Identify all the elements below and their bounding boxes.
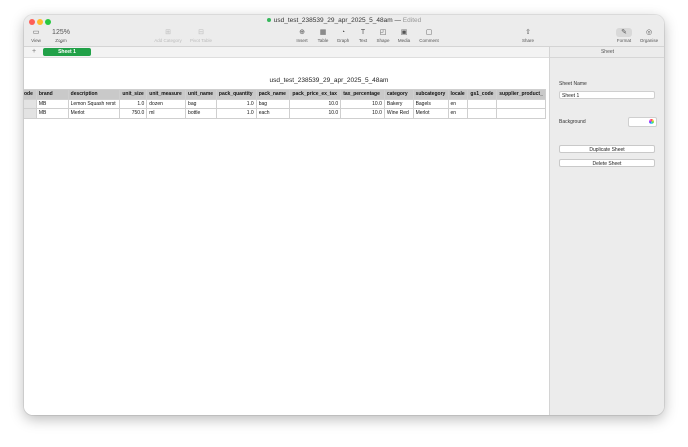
pivot-table-button[interactable]: ⊟ Pivot Table: [188, 28, 214, 43]
text-button[interactable]: T Text: [356, 28, 370, 43]
shape-icon: ◰: [379, 29, 387, 36]
edited-status: Edited: [402, 17, 422, 24]
view-button[interactable]: ▭ View: [29, 28, 43, 43]
insert-button[interactable]: ⊕ Insert: [294, 28, 310, 43]
table-cell[interactable]: en: [447, 108, 469, 119]
zoom-menu[interactable]: 125% ⌄ Zoom: [49, 28, 73, 45]
organise-button[interactable]: ◎ Organise: [638, 28, 660, 43]
add-category-icon: ⊞: [165, 29, 171, 36]
numbers-window: usd_test_238539_29_apr_2025_5_48am — Edi…: [24, 15, 664, 415]
table-cell[interactable]: MB: [35, 98, 69, 109]
sidebar-icon: ▭: [32, 29, 40, 36]
column-header[interactable]: pack_quantity: [215, 89, 257, 100]
media-icon: ▣: [400, 29, 408, 36]
table-row[interactable]: MB Merlot 750.0 ml bottle 1.0 each 10.0 10.0 Wine…: [24, 108, 546, 119]
sheet-canvas: usd_test_238539_29_apr_2025_5_48am ode br…: [24, 58, 549, 415]
column-header[interactable]: tax_percentage: [340, 89, 385, 100]
graph-icon: ◔: [340, 29, 346, 36]
background-label: Background: [559, 119, 586, 125]
table-cell[interactable]: 1.0: [215, 108, 257, 119]
column-header[interactable]: unit_size: [119, 89, 148, 100]
toolbar: usd_test_238539_29_apr_2025_5_48am — Edi…: [24, 15, 664, 47]
column-header[interactable]: pack_price_ex_tax: [289, 89, 342, 100]
table-cell[interactable]: bottle: [185, 108, 217, 119]
table-header-row: ode brand description unit_size unit_measure…: [24, 89, 546, 100]
table-cell[interactable]: bag: [185, 98, 217, 109]
sheet-name-field[interactable]: Sheet 1: [559, 91, 655, 99]
sheet-tab-bar: + Sheet 1: [24, 47, 549, 58]
column-header[interactable]: unit_name: [185, 89, 217, 100]
add-category-button[interactable]: ⊞ Add Category: [152, 28, 184, 43]
column-header[interactable]: ode: [24, 89, 37, 100]
column-header[interactable]: pack_name: [255, 89, 291, 100]
table-title[interactable]: usd_test_238539_29_apr_2025_5_48am: [24, 77, 549, 84]
window-title: usd_test_238539_29_apr_2025_5_48am — Edi…: [24, 17, 664, 24]
text-icon: T: [360, 29, 366, 36]
table-cell[interactable]: 1.0: [215, 98, 257, 109]
add-sheet-button[interactable]: +: [32, 47, 36, 57]
table-cell[interactable]: dozen: [146, 98, 187, 109]
table-cell[interactable]: [496, 108, 546, 119]
column-header[interactable]: locale: [447, 89, 469, 100]
organise-icon: ◎: [645, 29, 653, 36]
table-cell[interactable]: Lemon Squash rerst: [67, 98, 121, 109]
column-header[interactable]: unit_measure: [146, 89, 187, 100]
format-button[interactable]: ✎ Format: [616, 28, 632, 43]
comment-icon: ▢: [425, 29, 433, 36]
table-cell[interactable]: 750.0: [119, 108, 148, 119]
sheet-name-label: Sheet Name: [559, 81, 587, 87]
table-cell[interactable]: [496, 98, 546, 109]
column-header[interactable]: brand: [35, 89, 69, 100]
table-icon: ▦: [319, 29, 327, 36]
shape-button[interactable]: ◰ Shape: [375, 28, 391, 43]
share-button[interactable]: ⇧ Share: [520, 28, 536, 43]
delete-sheet-button[interactable]: Delete Sheet: [559, 159, 655, 167]
table-row[interactable]: MB Lemon Squash rerst 1.0 dozen bag 1.0 bag 10.…: [24, 98, 546, 109]
table-cell[interactable]: MB: [35, 108, 69, 119]
pivot-table-icon: ⊟: [198, 29, 204, 36]
column-header[interactable]: subcategory: [412, 89, 449, 100]
table-cell[interactable]: bag: [255, 98, 291, 109]
table-cell[interactable]: each: [255, 108, 291, 119]
duplicate-sheet-button[interactable]: Duplicate Sheet: [559, 145, 655, 153]
table-cell[interactable]: en: [447, 98, 469, 109]
table-cell[interactable]: Merlot: [67, 108, 121, 119]
table-cell[interactable]: 10.0: [289, 108, 342, 119]
table-button[interactable]: ▦ Table: [315, 28, 331, 43]
table-cell[interactable]: Bagels: [412, 98, 449, 109]
table-cell[interactable]: [24, 108, 37, 119]
column-header[interactable]: description: [67, 89, 121, 100]
paintbrush-icon: ✎: [616, 28, 632, 37]
table-cell[interactable]: ml: [146, 108, 187, 119]
table-cell[interactable]: Bakery: [383, 98, 414, 109]
table-cell[interactable]: [24, 98, 37, 109]
table-cell[interactable]: 10.0: [340, 98, 385, 109]
share-icon: ⇧: [525, 29, 531, 36]
background-color-well[interactable]: [628, 117, 657, 127]
table-cell[interactable]: [467, 98, 498, 109]
table-cell[interactable]: 1.0: [119, 98, 148, 109]
comment-button[interactable]: ▢ Comment: [418, 28, 440, 43]
inspector-heading: Sheet: [550, 47, 664, 58]
format-inspector: Sheet Sheet Name Sheet 1 Background Dupl…: [549, 47, 664, 415]
document-status-icon: [266, 18, 271, 23]
column-header[interactable]: gs1_code: [467, 89, 498, 100]
table-cell[interactable]: 10.0: [289, 98, 342, 109]
graph-button[interactable]: ◔ Graph: [335, 28, 351, 43]
zoom-value: 125%: [52, 29, 70, 36]
data-table[interactable]: ode brand description unit_size unit_measure…: [24, 89, 546, 119]
table-cell[interactable]: Merlot: [412, 108, 449, 119]
sheet-tab-sheet-1[interactable]: Sheet 1: [43, 48, 91, 56]
column-header[interactable]: category: [383, 89, 414, 100]
table-cell[interactable]: [467, 108, 498, 119]
document-name: usd_test_238539_29_apr_2025_5_48am: [273, 17, 393, 24]
column-header[interactable]: supplier_product_: [496, 89, 546, 100]
table-cell[interactable]: 10.0: [340, 108, 385, 119]
media-button[interactable]: ▣ Media: [396, 28, 412, 43]
insert-icon: ⊕: [299, 29, 305, 36]
table-cell[interactable]: Wine Red: [383, 108, 414, 119]
color-wheel-icon: [649, 119, 654, 124]
